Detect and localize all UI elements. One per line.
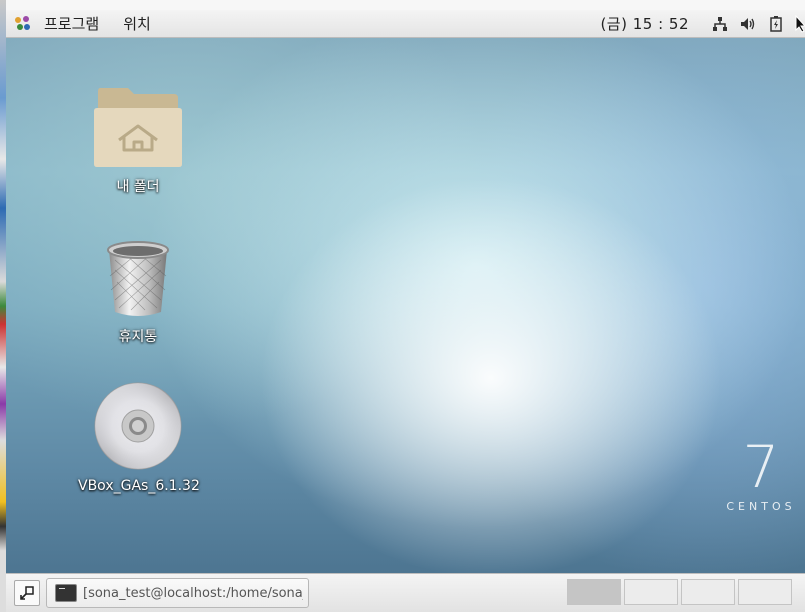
bottom-panel: [sona_test@localhost:/home/sona_… — [6, 573, 805, 612]
mouse-cursor-icon — [795, 14, 805, 33]
centos-name: CENTOS — [726, 500, 796, 513]
show-desktop-button[interactable] — [14, 580, 40, 606]
taskbar-terminal-button[interactable]: [sona_test@localhost:/home/sona_… — [46, 578, 309, 608]
desktop-icon-cd[interactable]: VBox_GAs_6.1.32 — [78, 382, 200, 494]
desktop-icon-label: 휴지통 — [118, 329, 158, 345]
trash-icon — [107, 241, 169, 316]
top-panel: 프로그램 위치 (금) 15 : 52 — [6, 10, 805, 38]
desktop-icon-label: 내 폴더 — [116, 179, 160, 195]
volume-icon[interactable] — [739, 15, 757, 33]
centos-version: 7 — [742, 433, 780, 501]
battery-icon[interactable] — [767, 15, 785, 33]
desktop-icon-label: VBox_GAs_6.1.32 — [78, 478, 200, 494]
centos-branding: 7 CENTOS — [716, 438, 805, 513]
network-icon[interactable] — [711, 15, 729, 33]
applications-icon[interactable] — [15, 15, 31, 32]
terminal-icon — [55, 584, 77, 602]
folder-icon — [94, 88, 182, 167]
show-desktop-icon — [20, 586, 34, 600]
taskbar-terminal-label: [sona_test@localhost:/home/sona_… — [83, 585, 303, 601]
desktop[interactable]: 내 폴더 휴지통 VBox_GAs_6.1.32 7 CENTOS — [6, 38, 805, 573]
host-window-top — [0, 0, 805, 10]
workspace-3[interactable] — [681, 579, 735, 605]
desktop-icon-trash[interactable]: 휴지통 — [78, 240, 198, 346]
workspace-1[interactable] — [567, 579, 621, 605]
workspace-4[interactable] — [738, 579, 792, 605]
applications-menu[interactable]: 프로그램 — [40, 13, 103, 34]
desktop-icon-home[interactable]: 내 폴더 — [78, 84, 198, 196]
clock[interactable]: (금) 15 : 52 — [600, 13, 689, 34]
cd-icon — [94, 382, 182, 470]
places-menu[interactable]: 위치 — [119, 13, 155, 34]
workspace-2[interactable] — [624, 579, 678, 605]
